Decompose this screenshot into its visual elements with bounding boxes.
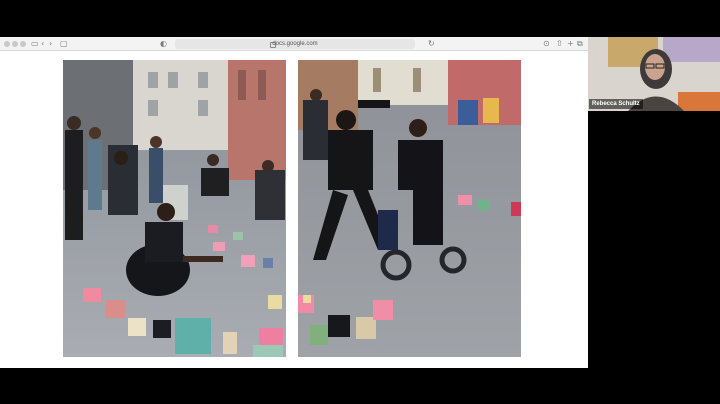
zoom-window-icon[interactable]	[20, 41, 26, 47]
participant-name-label: Rebecca Schultz	[589, 99, 643, 109]
participant-video-tile[interactable]: Rebecca Schultz	[588, 37, 720, 111]
sidebar-icon[interactable]: ▭	[31, 38, 39, 50]
reload-icon[interactable]: ↻	[428, 38, 435, 50]
tabs-icon[interactable]: ⧉	[577, 38, 583, 50]
tab-overview-icon[interactable]: ▢	[60, 38, 68, 50]
address-bar-url: docs.google.com	[272, 41, 318, 47]
privacy-shield-icon[interactable]: ◐	[160, 38, 167, 50]
dance-photo-left	[63, 60, 286, 357]
dance-photo-right	[298, 60, 521, 357]
download-icon[interactable]: ⊙	[543, 38, 550, 50]
share-icon[interactable]: ⇧	[556, 38, 563, 50]
close-window-icon[interactable]	[4, 41, 10, 47]
new-tab-icon[interactable]: +	[567, 38, 574, 50]
forward-icon[interactable]: ›	[49, 38, 52, 50]
minimize-window-icon[interactable]	[12, 41, 18, 47]
back-icon[interactable]: ‹	[41, 38, 44, 50]
address-bar[interactable]: docs.google.com	[175, 39, 415, 49]
browser-toolbar: ▭ ‹ › ▢ ◐ docs.google.com ↻ ⊙ ⇧ + ⧉	[0, 37, 588, 51]
